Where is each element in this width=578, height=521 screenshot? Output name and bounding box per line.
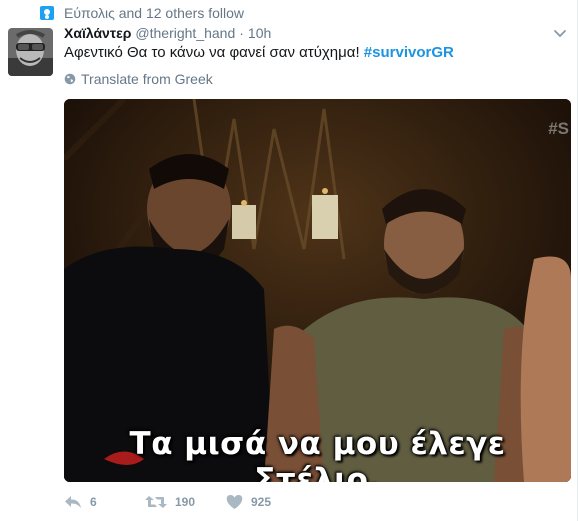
retweet-icon — [145, 496, 167, 508]
tweet-header: Χαϊλάντερ @theright_hand · 10h — [64, 25, 271, 41]
tweet: Εύπολις and 12 others follow Χαϊλάντερ @… — [0, 0, 578, 521]
separator: · — [239, 25, 244, 41]
globe-icon — [64, 73, 76, 85]
tweet-text: Αφεντικό Θα το κάνω να φανεί σαν ατύχημα… — [64, 44, 454, 61]
person-icon — [40, 6, 54, 20]
tweet-body: Αφεντικό Θα το κάνω να φανεί σαν ατύχημα… — [64, 44, 364, 61]
retweet-count: 190 — [175, 495, 196, 509]
retweet-button[interactable]: 190 — [145, 494, 226, 510]
reply-count: 6 — [90, 495, 97, 509]
reply-button[interactable]: 6 — [64, 494, 145, 510]
chevron-down-icon[interactable] — [553, 27, 567, 41]
video-caption: Τα μισά να μου έλεγε Στέλιο. — [129, 426, 506, 482]
tweet-actions: 6 190 925 — [64, 494, 307, 510]
watermark: #S — [548, 119, 569, 138]
tweet-media[interactable]: #S Τα μισά να μου έλεγε Στέλιο. — [64, 99, 571, 482]
media-image — [64, 99, 571, 482]
translate-link[interactable]: Translate from Greek — [64, 71, 213, 87]
social-context[interactable]: Εύπολις and 12 others follow — [40, 4, 244, 22]
avatar[interactable] — [8, 28, 53, 76]
heart-icon — [226, 495, 243, 509]
reply-icon — [65, 496, 81, 508]
timestamp[interactable]: 10h — [248, 25, 271, 41]
social-context-text: Εύπολις and 12 others follow — [64, 5, 245, 21]
like-button[interactable]: 925 — [226, 494, 307, 510]
translate-label: Translate from Greek — [81, 71, 213, 87]
like-count: 925 — [251, 495, 272, 509]
author-fullname[interactable]: Χαϊλάντερ — [64, 25, 131, 41]
hashtag-link[interactable]: #survivorGR — [364, 44, 454, 61]
author-handle[interactable]: @theright_hand — [135, 25, 235, 41]
